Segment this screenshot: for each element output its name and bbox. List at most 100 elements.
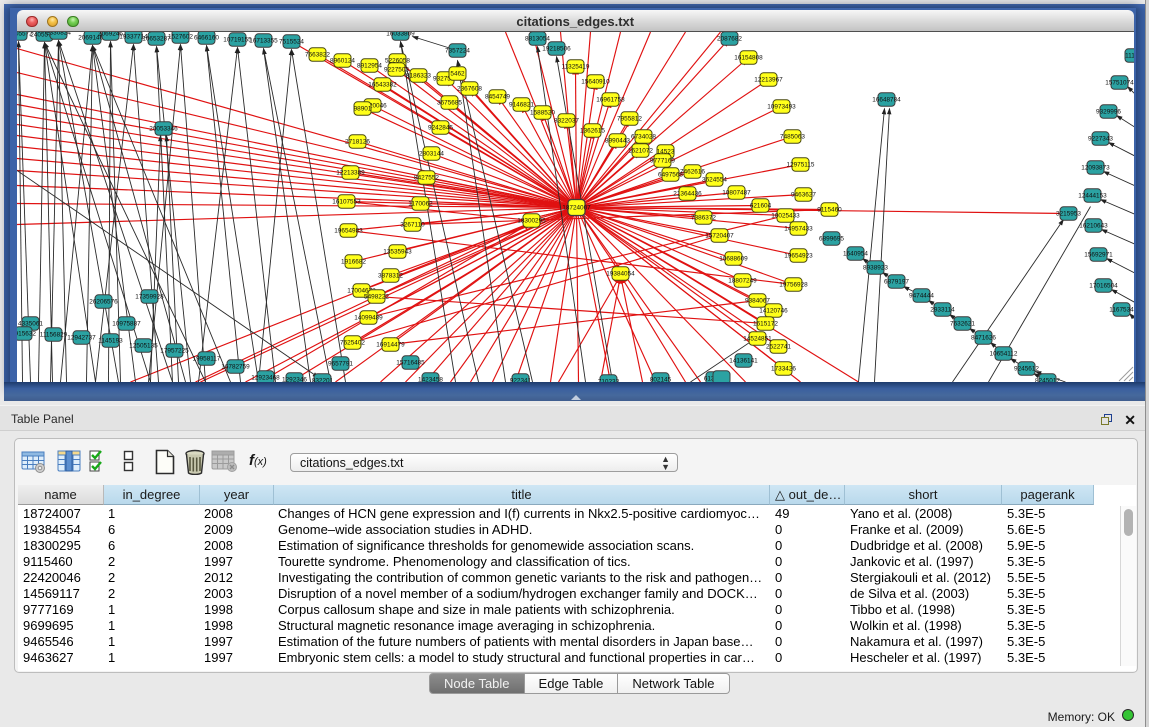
svg-text:17957225: 17957225 bbox=[160, 347, 189, 354]
svg-text:16107553: 16107553 bbox=[332, 198, 361, 205]
svg-text:12213389: 12213389 bbox=[336, 169, 365, 176]
svg-text:13535943: 13535943 bbox=[383, 248, 412, 255]
svg-text:7955812: 7955812 bbox=[617, 115, 642, 122]
svg-text:710233: 710233 bbox=[597, 378, 619, 381]
svg-text:10975887: 10975887 bbox=[112, 320, 141, 327]
svg-text:17016504: 17016504 bbox=[1089, 282, 1118, 289]
svg-text:16033809: 16033809 bbox=[386, 32, 415, 38]
svg-text:2803144: 2803144 bbox=[419, 150, 444, 157]
svg-text:5462: 5462 bbox=[450, 70, 465, 77]
svg-text:802145: 802145 bbox=[649, 376, 671, 381]
svg-text:1588520: 1588520 bbox=[530, 109, 555, 116]
svg-text:18300295: 18300295 bbox=[517, 217, 546, 224]
svg-text:3624554: 3624554 bbox=[702, 176, 727, 183]
svg-text:3215953: 3215953 bbox=[1056, 210, 1081, 217]
svg-text:1640954: 1640954 bbox=[843, 250, 868, 257]
svg-text:10654112: 10654112 bbox=[989, 350, 1017, 357]
svg-text:8427552: 8427552 bbox=[414, 174, 439, 181]
svg-text:26206576: 26206576 bbox=[89, 298, 118, 305]
svg-text:18724007: 18724007 bbox=[562, 204, 591, 211]
svg-text:1916682: 1916682 bbox=[341, 258, 366, 265]
svg-text:9777169: 9777169 bbox=[650, 157, 675, 164]
svg-text:6899695: 6899695 bbox=[819, 235, 844, 242]
svg-text:5498222: 5498222 bbox=[364, 293, 389, 300]
svg-text:14120746: 14120746 bbox=[759, 307, 788, 314]
svg-text:15692971: 15692971 bbox=[1084, 251, 1113, 258]
svg-text:16210643: 16210643 bbox=[1079, 222, 1108, 229]
svg-text:3675685: 3675685 bbox=[437, 99, 462, 106]
svg-text:8322037: 8322037 bbox=[554, 117, 579, 124]
svg-text:9227343: 9227343 bbox=[1088, 135, 1113, 142]
svg-text:11325419: 11325419 bbox=[561, 63, 589, 70]
svg-text:8471626: 8471626 bbox=[971, 334, 996, 341]
svg-text:16154808: 16154808 bbox=[734, 54, 763, 61]
svg-text:12505135: 12505135 bbox=[129, 342, 158, 349]
svg-text:1423458: 1423458 bbox=[418, 376, 443, 381]
svg-text:17359928: 17359928 bbox=[135, 293, 164, 300]
svg-text:15751074: 15751074 bbox=[1105, 79, 1134, 86]
svg-text:18807249: 18807249 bbox=[728, 277, 757, 284]
svg-text:14136141: 14136141 bbox=[729, 357, 758, 364]
svg-text:8245012: 8245012 bbox=[1035, 377, 1060, 381]
svg-text:2718126: 2718126 bbox=[345, 138, 370, 145]
svg-text:12923468: 12923468 bbox=[251, 374, 280, 381]
svg-text:9463627: 9463627 bbox=[791, 191, 816, 198]
svg-text:3267110: 3267110 bbox=[400, 221, 425, 228]
svg-text:1145193: 1145193 bbox=[98, 337, 123, 344]
svg-text:12942737: 12942737 bbox=[67, 334, 96, 341]
svg-text:6466160: 6466160 bbox=[194, 34, 219, 41]
svg-text:6879197: 6879197 bbox=[884, 278, 909, 285]
svg-text:9915632: 9915632 bbox=[17, 330, 36, 337]
svg-text:9329996: 9329996 bbox=[1096, 108, 1121, 115]
svg-text:8938923: 8938923 bbox=[863, 264, 888, 271]
svg-text:7515524: 7515524 bbox=[279, 38, 304, 45]
svg-text:10653287: 10653287 bbox=[142, 35, 171, 42]
svg-text:11156829: 11156829 bbox=[39, 331, 67, 338]
svg-text:2330824: 2330824 bbox=[46, 32, 71, 37]
svg-text:12093873: 12093873 bbox=[1081, 164, 1110, 171]
svg-text:1733426: 1733426 bbox=[771, 365, 796, 372]
svg-text:8912954: 8912954 bbox=[357, 62, 382, 69]
svg-text:12213967: 12213967 bbox=[754, 76, 783, 83]
svg-text:15716485: 15716485 bbox=[396, 359, 425, 366]
svg-text:16961758: 16961758 bbox=[596, 96, 625, 103]
svg-text:10719155: 10719155 bbox=[223, 36, 252, 43]
svg-text:8186323: 8186323 bbox=[406, 72, 431, 79]
svg-text:10025433: 10025433 bbox=[771, 212, 800, 219]
svg-text:2522741: 2522741 bbox=[766, 343, 791, 350]
svg-text:832201: 832201 bbox=[311, 377, 333, 381]
svg-text:20053346: 20053346 bbox=[149, 125, 178, 132]
svg-text:19958117: 19958117 bbox=[192, 355, 220, 362]
svg-text:15720407: 15720407 bbox=[705, 232, 734, 239]
svg-text:10973493: 10973493 bbox=[767, 103, 796, 110]
svg-text:19756928: 19756928 bbox=[779, 281, 808, 288]
svg-text:8960124: 8960124 bbox=[330, 57, 355, 64]
svg-text:11123: 11123 bbox=[1125, 52, 1134, 59]
svg-text:14099489: 14099489 bbox=[354, 314, 383, 321]
svg-text:7632621: 7632621 bbox=[950, 320, 975, 327]
svg-text:7386372: 7386372 bbox=[691, 214, 716, 221]
svg-text:7462616: 7462616 bbox=[680, 168, 705, 175]
svg-text:6734028: 6734028 bbox=[631, 133, 656, 140]
svg-text:7357224: 7357224 bbox=[445, 47, 470, 54]
svg-text:9474444: 9474444 bbox=[909, 292, 934, 299]
svg-text:12975115: 12975115 bbox=[786, 161, 814, 168]
svg-text:1292346: 1292346 bbox=[282, 376, 307, 381]
svg-text:15640910: 15640910 bbox=[581, 78, 610, 85]
svg-text:1362615: 1362615 bbox=[580, 127, 605, 134]
svg-text:16782759: 16782759 bbox=[221, 363, 250, 370]
svg-text:19654983: 19654983 bbox=[334, 227, 363, 234]
svg-text:19654923: 19654923 bbox=[784, 252, 813, 259]
svg-text:10688609: 10688609 bbox=[719, 255, 748, 262]
svg-text:7485063: 7485063 bbox=[780, 133, 805, 140]
svg-text:98901: 98901 bbox=[353, 105, 371, 112]
svg-text:2367608: 2367608 bbox=[457, 85, 482, 92]
svg-text:16914479: 16914479 bbox=[376, 341, 405, 348]
svg-text:19384054: 19384054 bbox=[606, 270, 635, 277]
svg-text:14957433: 14957433 bbox=[784, 225, 813, 232]
svg-text:9146821: 9146821 bbox=[509, 101, 534, 108]
svg-text:21364436: 21364436 bbox=[673, 190, 702, 197]
svg-text:2087682: 2087682 bbox=[717, 35, 742, 42]
svg-text:14524851: 14524851 bbox=[743, 335, 772, 342]
svg-text:7663822: 7663822 bbox=[305, 51, 330, 58]
